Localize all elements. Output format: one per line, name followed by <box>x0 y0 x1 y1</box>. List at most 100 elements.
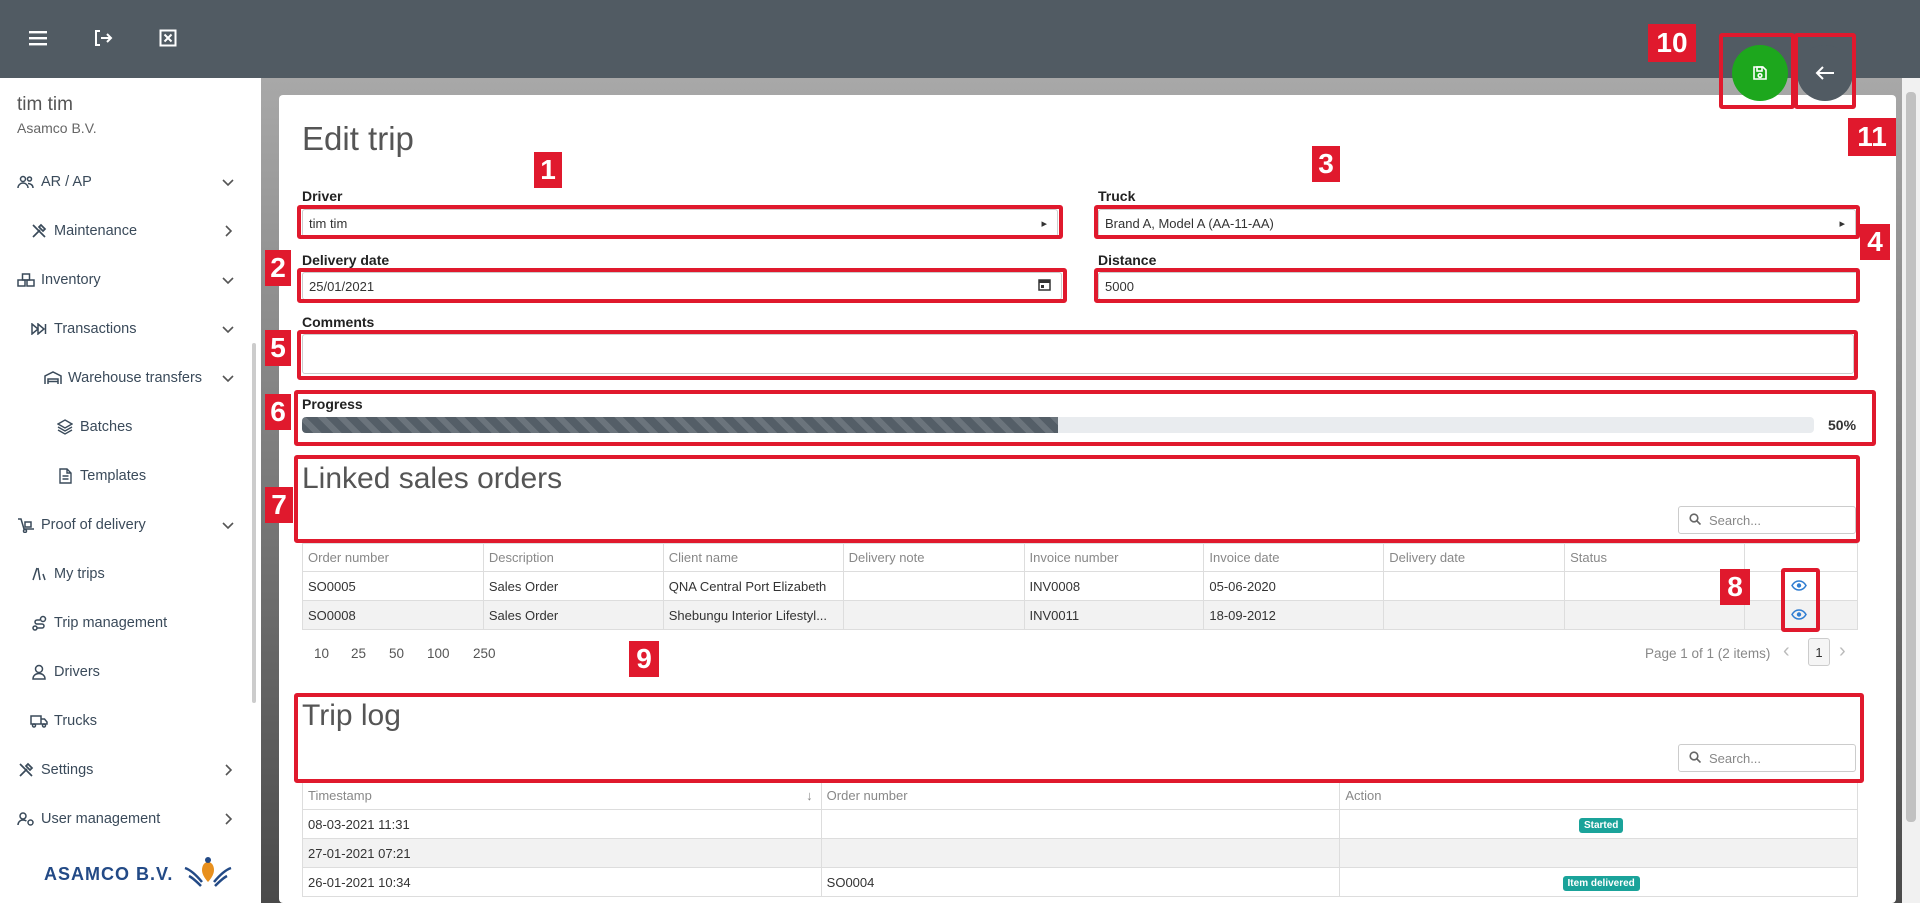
sidebar-item-label: Trucks <box>54 713 97 729</box>
sidebar-item-templates[interactable]: Templates <box>56 462 261 490</box>
table-cell: QNA Central Port Elizabeth <box>662 571 844 601</box>
user-name: tim tim <box>17 94 73 115</box>
chevron-right-icon <box>221 763 235 777</box>
sidebar-item-warehouse-transfers[interactable]: Warehouse transfers <box>44 364 261 392</box>
menu-icon[interactable] <box>25 25 51 51</box>
chevron-right-icon <box>221 224 235 238</box>
sidebar-item-drivers[interactable]: Drivers <box>30 658 261 686</box>
route-icon <box>30 565 48 583</box>
table-row[interactable]: SO0005 Sales Order QNA Central Port Eliz… <box>302 571 1859 601</box>
chevron-down-icon <box>221 273 235 287</box>
annotation-box-10 <box>1719 33 1795 109</box>
page-size-100[interactable]: 100 <box>427 646 450 661</box>
sidebar-item-label: AR / AP <box>41 174 92 190</box>
column-header[interactable]: Order number <box>302 543 484 572</box>
table-header-row: Timestamp ↓ Order number Action <box>302 781 1858 810</box>
sidebar-item-inventory[interactable]: Inventory <box>17 266 261 294</box>
sidebar-item-trucks[interactable]: Trucks <box>30 707 261 735</box>
scrollbar-thumb[interactable] <box>1906 92 1916 822</box>
boxes-icon <box>17 271 35 289</box>
sidebar-item-label: Batches <box>80 419 133 435</box>
sidebar-item-label: User management <box>41 811 161 827</box>
annotation-label-1: 1 <box>534 152 562 188</box>
sidebar-item-batches[interactable]: Batches <box>56 413 261 441</box>
chevron-down-icon <box>221 371 235 385</box>
status-badge: Started <box>1578 817 1624 833</box>
column-header[interactable]: Status <box>1564 543 1745 572</box>
truck-icon <box>30 712 48 730</box>
warehouse-icon <box>44 369 62 387</box>
column-header[interactable]: Invoice number <box>1023 543 1205 572</box>
sidebar-item-my-trips[interactable]: My trips <box>30 560 261 588</box>
table-cell <box>1339 838 1858 868</box>
table-cell: SO0005 <box>302 571 484 601</box>
table-row[interactable]: 26-01-2021 10:34 SO0004 Item delivered <box>302 867 1858 897</box>
sidebar-scrollbar[interactable] <box>252 343 256 703</box>
driver-label: Driver <box>302 188 343 204</box>
sidebar-item-settings[interactable]: Settings <box>17 756 261 784</box>
chevron-down-icon <box>221 322 235 336</box>
annotation-label-6: 6 <box>265 394 291 430</box>
sidebar-item-label: Trip management <box>54 615 168 631</box>
table-cell: 05-06-2020 <box>1203 571 1385 601</box>
column-header[interactable]: Description <box>482 543 664 572</box>
comments-label: Comments <box>302 314 375 330</box>
table-cell: SO0008 <box>302 600 484 630</box>
dolly-icon <box>17 516 35 534</box>
page-size-25[interactable]: 25 <box>351 646 366 661</box>
sidebar-item-user-management[interactable]: User management <box>17 805 261 833</box>
column-header[interactable]: Order number <box>820 781 1341 810</box>
table-cell: Started <box>1339 809 1858 839</box>
sort-arrow-icon[interactable]: ↓ <box>806 788 813 803</box>
annotation-label-7: 7 <box>265 487 293 523</box>
sidebar-item-label: Inventory <box>41 272 101 288</box>
column-header[interactable]: Delivery note <box>842 543 1025 572</box>
annotation-label-11: 11 <box>1848 118 1896 156</box>
annotation-box-7 <box>294 455 1860 543</box>
sidebar-item-label: Proof of delivery <box>41 517 146 533</box>
status-badge: Item delivered <box>1562 875 1640 891</box>
page-size-50[interactable]: 50 <box>389 646 404 661</box>
annotation-label-8: 8 <box>1720 569 1750 605</box>
table-row[interactable]: 27-01-2021 07:21 <box>302 838 1858 868</box>
chevron-down-icon <box>221 175 235 189</box>
next-page-chevron-icon[interactable]: › <box>1839 640 1846 663</box>
annotation-box-6 <box>294 390 1876 446</box>
table-cell: 18-09-2012 <box>1203 600 1385 630</box>
delivery-date-label: Delivery date <box>302 252 390 268</box>
sign-out-icon[interactable] <box>90 25 116 51</box>
column-header[interactable]: Invoice date <box>1203 543 1385 572</box>
distance-label: Distance <box>1098 252 1157 268</box>
trip-log-table: Timestamp ↓ Order number Action 08-03-202… <box>302 781 1858 897</box>
column-header[interactable]: Delivery date <box>1383 543 1566 572</box>
chevron-down-icon <box>221 518 235 532</box>
sidebar-item-proof-of-delivery[interactable]: Proof of delivery <box>17 511 261 539</box>
table-cell <box>1383 571 1566 601</box>
route-pin-icon <box>30 614 48 632</box>
page-info: Page 1 of 1 (2 items) <box>1645 646 1771 661</box>
sidebar-item-maintenance[interactable]: Maintenance <box>30 217 261 245</box>
column-header[interactable]: Timestamp ↓ <box>302 781 822 810</box>
table-row[interactable]: 08-03-2021 11:31 Started <box>302 809 1858 839</box>
table-row[interactable]: SO0008 Sales Order Shebungu Interior Lif… <box>302 600 1859 630</box>
close-window-icon[interactable] <box>155 25 181 51</box>
prev-page-chevron-icon[interactable]: ‹ <box>1783 640 1790 663</box>
sidebar-item-trip-management[interactable]: Trip management <box>30 609 261 637</box>
sidebar-item-ar-ap[interactable]: AR / AP <box>17 168 261 196</box>
column-header[interactable]: Client name <box>662 543 844 572</box>
page-scrollbar[interactable] <box>1902 78 1920 903</box>
sidebar-item-label: Maintenance <box>54 223 138 239</box>
users-icon <box>17 173 35 191</box>
sidebar-item-label: Settings <box>41 762 94 778</box>
sidebar: tim tim Asamco B.V. AR / AP Maintenance … <box>0 78 261 903</box>
table-cell <box>842 600 1025 630</box>
page-size-250[interactable]: 250 <box>473 646 496 661</box>
sidebar-item-transactions[interactable]: Transactions <box>30 315 261 343</box>
page-size-10[interactable]: 10 <box>314 646 329 661</box>
top-bar <box>0 0 1920 78</box>
column-header[interactable]: Action <box>1339 781 1858 810</box>
page-number[interactable]: 1 <box>1808 638 1830 666</box>
annotation-label-5: 5 <box>265 330 291 366</box>
annotation-box-2 <box>297 268 1067 303</box>
users-gear-icon <box>17 810 35 828</box>
